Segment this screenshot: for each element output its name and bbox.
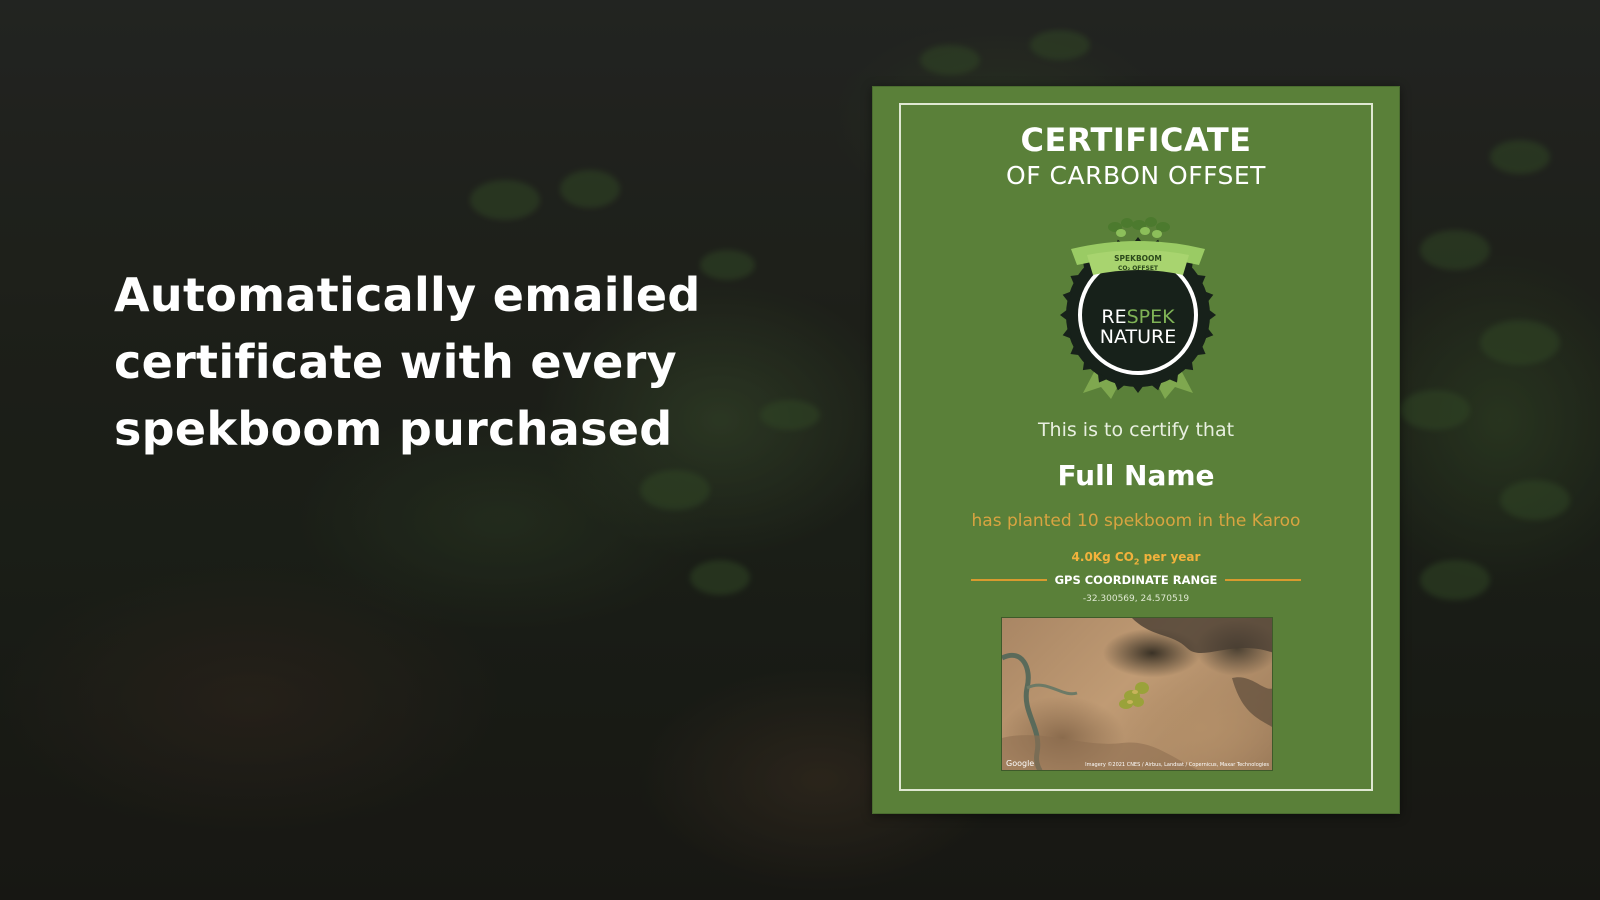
map-google-label: Google (1006, 759, 1035, 768)
map-imagery-credit: Imagery ©2021 CNES / Airbus, Landsat / C… (1085, 762, 1269, 768)
badge-seal-icon: SPEKBOOM CO₂ OFFSET RESPEK NATURE (1060, 217, 1216, 399)
gps-heading-row: GPS COORDINATE RANGE (971, 573, 1301, 587)
logo-nature: NATURE (1100, 326, 1176, 348)
badge-ribbon-line-1: SPEKBOOM (1114, 254, 1162, 263)
certificate-title: CERTIFICATE (1020, 121, 1252, 159)
gps-divider-left (971, 579, 1047, 581)
co2-prefix: 4.0Kg CO (1071, 550, 1134, 564)
gps-label: GPS COORDINATE RANGE (1054, 573, 1218, 587)
certificate-subtitle: OF CARBON OFFSET (1006, 161, 1266, 190)
svg-text:RESPEK: RESPEK (1101, 306, 1175, 328)
gps-coordinates: -32.300569, 24.570519 (1082, 594, 1190, 604)
satellite-map: Google Imagery ©2021 CNES / Airbus, Land… (1001, 617, 1273, 771)
gps-divider-right (1225, 579, 1301, 581)
logo-re: RE (1101, 306, 1126, 328)
recipient-name: Full Name (1057, 459, 1215, 492)
carbon-offset-certificate: CERTIFICATE OF CARBON OFFSET SPEKBOOM CO… (872, 86, 1400, 814)
headline-line-3: spekboom purchased (114, 402, 673, 456)
headline-line-1: Automatically emailed (114, 268, 701, 322)
headline: Automatically emailed certificate with e… (114, 262, 754, 463)
respek-nature-badge: SPEKBOOM CO₂ OFFSET RESPEK NATURE (1053, 215, 1223, 405)
co2-suffix: per year (1139, 550, 1201, 564)
co2-offset-amount: 4.0Kg CO2 per year (873, 550, 1399, 566)
logo-spek: SPEK (1127, 306, 1176, 328)
headline-line-2: certificate with every (114, 335, 677, 389)
certify-statement: This is to certify that (1037, 419, 1235, 441)
badge-ribbon-line-2: CO₂ OFFSET (1118, 265, 1159, 272)
map-terrain-icon (1002, 618, 1272, 770)
planted-statement: has planted 10 spekboom in the Karoo (971, 511, 1301, 531)
